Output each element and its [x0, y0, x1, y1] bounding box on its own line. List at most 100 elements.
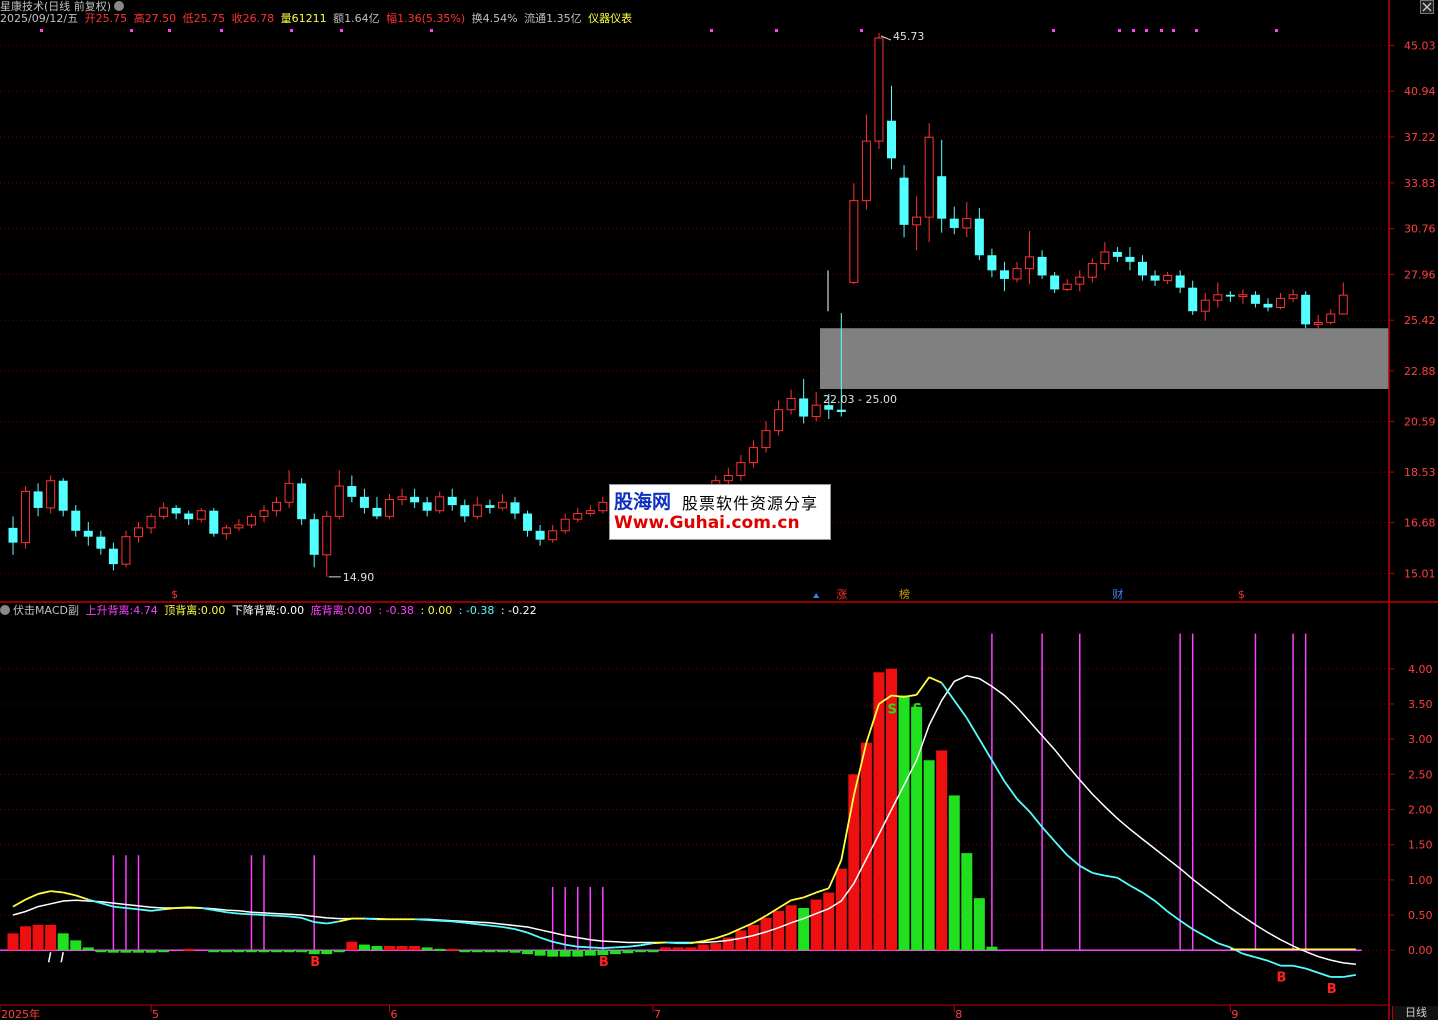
- macd-histogram-bar: [446, 948, 458, 951]
- macd-histogram-bar: [810, 899, 822, 951]
- event-arrow-icon: [813, 593, 820, 598]
- candle-body-down: [949, 218, 959, 228]
- dif-line-segment: [1179, 919, 1194, 930]
- candle-body-up: [1100, 251, 1110, 265]
- macd-histogram-bar: [785, 905, 797, 951]
- candle-body-down: [987, 255, 997, 271]
- candle-body-down: [410, 496, 420, 503]
- price-tick-label: 33.83: [1404, 177, 1436, 190]
- candle-body-up: [246, 515, 256, 526]
- signal-marker: B: [310, 955, 320, 970]
- candle-body-up: [259, 510, 269, 517]
- time-tick-label: 7: [654, 1008, 661, 1020]
- dif-line-segment: [12, 898, 26, 908]
- dif-line-segment: [953, 699, 968, 719]
- price-tick-label: 27.96: [1404, 268, 1436, 281]
- dif-line-segment: [552, 940, 566, 946]
- candle-body-up: [272, 501, 282, 512]
- macd-histogram-bar: [233, 950, 245, 953]
- period-tab[interactable]: 日线: [1392, 1006, 1438, 1020]
- high-price-label: 45.73: [893, 30, 925, 43]
- dif-line-segment: [25, 893, 39, 901]
- dif-line-segment: [226, 911, 240, 915]
- macd-histogram-bar: [622, 950, 634, 954]
- watermark-url: Www.Guhai.com.cn: [614, 513, 800, 533]
- candle-body-up: [548, 530, 558, 541]
- dif-line-segment: [1141, 891, 1156, 902]
- macd-histogram-bar: [384, 946, 395, 951]
- dif-line-segment: [602, 946, 616, 950]
- candle-body-down: [372, 507, 382, 517]
- macd-histogram-bar: [572, 950, 584, 957]
- macd-tick-label: 3.50: [1408, 698, 1433, 711]
- macd-histogram-bar: [948, 795, 960, 951]
- price-tick-label: 22.88: [1404, 365, 1436, 378]
- dif-line-segment: [502, 926, 516, 931]
- macd-histogram-bar: [145, 950, 157, 953]
- candle-body-up: [221, 527, 231, 535]
- candle-body-up: [962, 218, 972, 229]
- dif-line-segment: [966, 717, 981, 740]
- candle-body-down: [8, 527, 18, 543]
- candle-body-down: [799, 398, 809, 417]
- candle-body-up: [1087, 263, 1097, 278]
- dif-line-segment: [1317, 971, 1332, 978]
- marker-dot: [168, 29, 171, 32]
- watermark-title: 股海网: [614, 491, 672, 513]
- price-tick-label: 45.03: [1404, 39, 1436, 52]
- macd-histogram-bar: [848, 774, 860, 951]
- candle-body-down: [83, 530, 93, 537]
- time-tick-label: 5: [152, 1008, 159, 1020]
- marker-dot: [40, 29, 43, 32]
- candle-body-down: [171, 507, 181, 514]
- macd-histogram-bar: [409, 946, 421, 951]
- dif-line-segment: [75, 894, 89, 901]
- dif-line-segment: [238, 912, 252, 916]
- macd-histogram-bar: [396, 946, 408, 951]
- macd-histogram-bar: [158, 950, 170, 953]
- macd-histogram-bar: [961, 853, 973, 951]
- candle-body-down: [209, 510, 219, 534]
- marker-dot: [1160, 29, 1163, 32]
- dif-line-segment: [640, 942, 654, 947]
- macd-histogram-bar: [660, 947, 672, 951]
- macd-histogram-bar: [773, 910, 785, 951]
- candle-body-down: [447, 496, 457, 506]
- candle-body-up: [573, 513, 583, 520]
- macd-histogram-bar: [120, 950, 132, 953]
- marker-dot: [1195, 29, 1198, 32]
- candle-body-up: [1200, 299, 1210, 312]
- dif-line-segment: [703, 937, 716, 942]
- macd-histogram-bar: [509, 950, 521, 953]
- dif-line-segment: [439, 919, 453, 923]
- candle-body-up: [1012, 268, 1022, 280]
- stock-chart-window: 星康技术(日线 前复权) 2025/09/12/五 开25.75 高27.50 …: [0, 0, 1438, 1020]
- dif-line-segment: [1028, 811, 1043, 828]
- candle-body-down: [1188, 287, 1198, 312]
- candle-body-down: [297, 483, 307, 520]
- dif-line-segment: [113, 905, 127, 909]
- candle-body-down: [836, 409, 846, 412]
- macd-histogram-bar: [710, 943, 722, 951]
- dif-line-segment: [1255, 956, 1269, 962]
- macd-histogram-bar: [496, 950, 508, 953]
- dif-line-segment: [251, 913, 265, 916]
- dif-line-segment: [1217, 942, 1231, 949]
- signal-marker: S: [913, 702, 922, 717]
- macd-histogram-bar: [220, 950, 232, 953]
- marker-dot: [1172, 29, 1175, 32]
- marker-dot: [220, 29, 223, 32]
- candle-body-up: [774, 409, 784, 432]
- candle-body-up: [598, 501, 608, 512]
- macd-histogram-bar: [321, 950, 333, 955]
- macd-histogram-bar: [358, 944, 370, 951]
- candle-body-down: [510, 502, 520, 514]
- candle-body-up: [761, 430, 771, 449]
- marker-dot: [1052, 29, 1055, 32]
- macd-histogram-bar: [986, 946, 998, 951]
- candle-body-down: [1225, 294, 1235, 297]
- marker-dot: [130, 29, 133, 32]
- dif-line-segment: [364, 917, 378, 921]
- candle-body-up: [1326, 313, 1336, 323]
- macd-histogram-bar: [459, 950, 471, 953]
